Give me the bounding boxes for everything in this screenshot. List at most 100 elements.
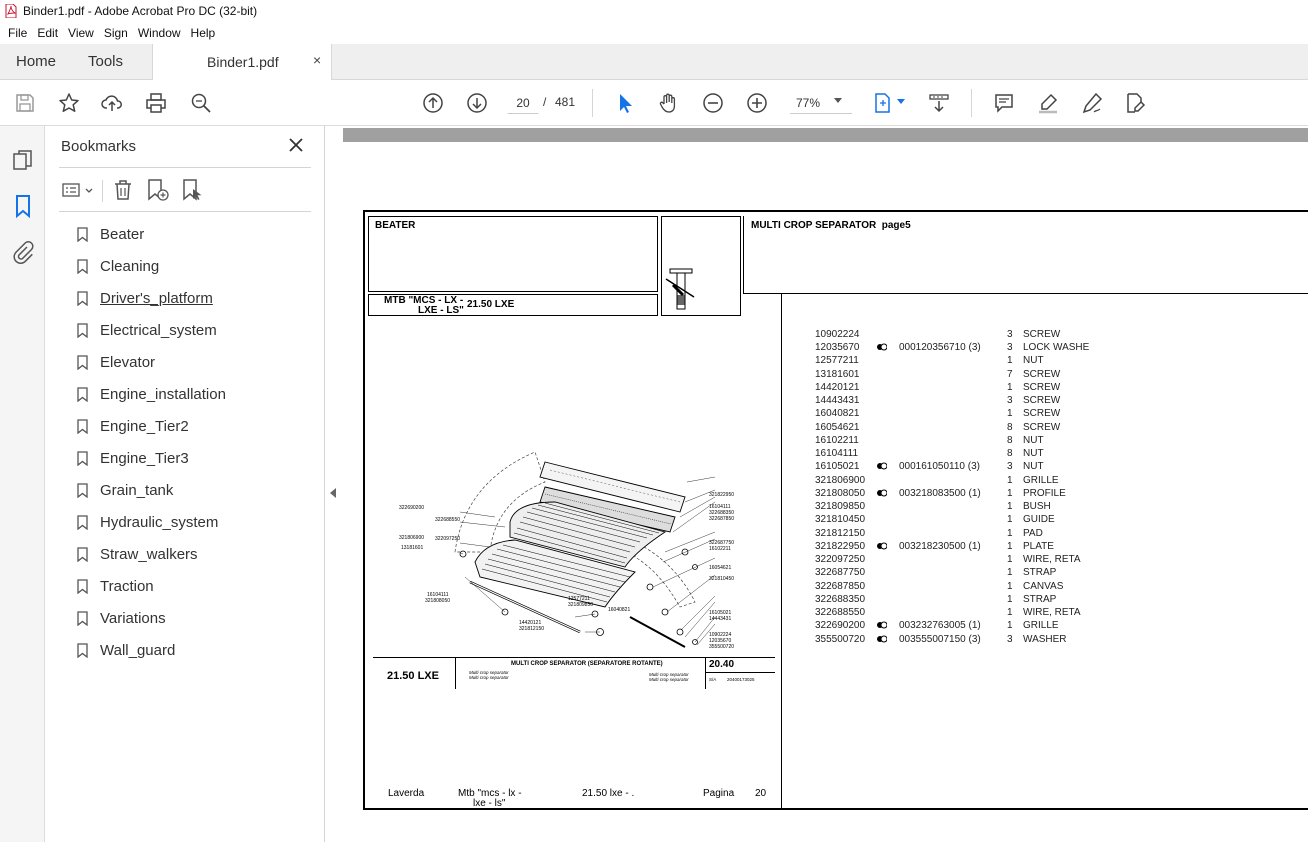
callout: 321808050	[425, 598, 451, 604]
drawing-subcaption: Multi crop separator	[469, 675, 509, 680]
hand-icon	[659, 93, 676, 113]
part-description: SCREW	[1023, 408, 1061, 419]
bookmark-icon	[77, 578, 88, 594]
zoom-level-select[interactable]: 77%	[790, 92, 852, 114]
bookmarks-panel-title: Bookmarks	[61, 138, 137, 155]
highlight-button[interactable]	[1036, 91, 1060, 115]
part-alt-code: 000120356710 (3)	[899, 342, 981, 353]
callout: 322688550	[435, 517, 461, 523]
previous-page-button[interactable]	[421, 91, 445, 115]
bookmarks-panel-icon[interactable]	[11, 194, 35, 218]
page-thumbnails-icon[interactable]	[11, 148, 35, 172]
part-code: 12035670	[815, 342, 860, 353]
tab-tools[interactable]: Tools	[88, 44, 123, 80]
save-button[interactable]	[13, 91, 37, 115]
part-description: PROFILE	[1023, 488, 1066, 499]
section-box: BEATER	[368, 216, 658, 292]
page-header-title: MULTI CROP SEPARATOR page5	[751, 220, 911, 231]
footer-model-b: lxe - ls"	[473, 798, 506, 809]
bookmark-item-engine-tier2[interactable]: Engine_Tier2	[77, 414, 189, 438]
search-zoom-icon	[191, 93, 211, 113]
bookmark-options-icon[interactable]	[61, 178, 95, 202]
divider	[102, 180, 103, 202]
part-qty: 7	[1007, 369, 1013, 380]
bookmark-item-cleaning[interactable]: Cleaning	[77, 254, 159, 278]
menu-sign[interactable]: Sign	[104, 26, 128, 40]
menu-view[interactable]: View	[68, 26, 94, 40]
tab-close-icon[interactable]: ×	[313, 52, 321, 68]
attachments-paperclip-icon[interactable]	[11, 240, 35, 264]
pdf-page: BEATER MTB "MCS - LX - LXE - LS" 21.50 L…	[363, 210, 1308, 810]
bookmark-item-straw-walkers[interactable]: Straw_walkers	[77, 542, 198, 566]
bookmark-label: Engine_Tier2	[100, 417, 189, 435]
part-description: WIRE, RETA	[1023, 554, 1081, 565]
collapse-panel-arrow-icon[interactable]	[330, 488, 336, 498]
menu-window[interactable]: Window	[138, 26, 181, 40]
menu-file[interactable]: File	[8, 26, 27, 40]
tab-document[interactable]: Binder1.pdf ×	[152, 44, 332, 81]
page-display-button[interactable]	[871, 91, 895, 115]
part-description: GUIDE	[1023, 514, 1055, 525]
tab-home[interactable]: Home	[16, 44, 56, 80]
divider	[705, 657, 706, 689]
bookmark-item-hydraulic-system[interactable]: Hydraulic_system	[77, 510, 218, 534]
scroll-mode-button[interactable]	[927, 91, 951, 115]
pen-draw-icon	[1082, 92, 1103, 114]
bookmark-item-electrical-system[interactable]: Electrical_system	[77, 318, 217, 342]
page-total: 481	[555, 95, 576, 109]
bookmark-star-button[interactable]	[57, 91, 81, 115]
page-display-chevron-icon[interactable]	[897, 99, 905, 104]
comment-button[interactable]	[992, 91, 1016, 115]
bookmark-from-selection-icon[interactable]	[180, 178, 204, 202]
draw-button[interactable]	[1080, 91, 1104, 115]
next-page-button[interactable]	[465, 91, 489, 115]
bookmark-item-grain-tank[interactable]: Grain_tank	[77, 478, 173, 502]
menu-edit[interactable]: Edit	[37, 26, 58, 40]
part-code: 12577211	[815, 355, 859, 366]
bookmark-item-beater[interactable]: Beater	[77, 222, 144, 246]
logo-box	[661, 216, 741, 316]
document-viewer[interactable]: BEATER MTB "MCS - LX - LXE - LS" 21.50 L…	[343, 126, 1308, 842]
part-description: NUT	[1023, 461, 1044, 472]
print-button[interactable]	[144, 91, 168, 115]
zoom-dropdown-chevron-icon[interactable]	[834, 98, 842, 103]
new-bookmark-icon[interactable]	[145, 178, 169, 202]
part-qty: 1	[1007, 355, 1013, 366]
part-code: 321806900	[815, 475, 866, 486]
fill-sign-button[interactable]	[1123, 91, 1147, 115]
part-alt-code: 003218230500 (1)	[899, 541, 981, 552]
delete-bookmark-trash-icon[interactable]	[111, 178, 135, 202]
bookmark-item-traction[interactable]: Traction	[77, 574, 154, 598]
bookmark-item-wall-guard[interactable]: Wall_guard	[77, 638, 175, 662]
part-description: NUT	[1023, 435, 1044, 446]
bookmark-icon	[77, 354, 88, 370]
zoom-out-button[interactable]	[701, 91, 725, 115]
close-icon[interactable]	[287, 136, 305, 154]
select-tool-button[interactable]	[613, 91, 637, 115]
bookmark-item-engine-tier3[interactable]: Engine_Tier3	[77, 446, 189, 470]
hand-tool-button[interactable]	[657, 91, 681, 115]
part-alt-code: 003232763005 (1)	[899, 620, 981, 631]
comment-icon	[995, 94, 1013, 113]
part-alt-code: 003555007150 (3)	[899, 634, 981, 645]
part-description: SCREW	[1023, 329, 1061, 340]
window-title: Binder1.pdf - Adobe Acrobat Pro DC (32-b…	[23, 4, 258, 18]
bookmark-item-variations[interactable]: Variations	[77, 606, 166, 630]
part-qty: 1	[1007, 607, 1013, 618]
bookmark-item-drivers-platform[interactable]: Driver's_platform	[77, 286, 213, 310]
bookmark-label: Beater	[100, 225, 145, 243]
share-upload-button[interactable]	[100, 91, 124, 115]
bookmark-item-engine-installation[interactable]: Engine_installation	[77, 382, 226, 406]
page-number-input[interactable]: 20	[507, 92, 539, 114]
menu-help[interactable]: Help	[191, 26, 216, 40]
callout: 322690200	[399, 505, 425, 511]
callout: 321822950	[709, 492, 735, 498]
bookmark-icon	[77, 290, 88, 306]
zoom-in-button[interactable]	[745, 91, 769, 115]
menu-bar: File Edit View Sign Window Help	[0, 22, 1308, 44]
bookmark-item-elevator[interactable]: Elevator	[77, 350, 155, 374]
part-qty: 1	[1007, 408, 1013, 419]
tab-document-label: Binder1.pdf	[207, 54, 279, 70]
part-description: STRAP	[1023, 567, 1057, 578]
search-button[interactable]	[189, 91, 213, 115]
